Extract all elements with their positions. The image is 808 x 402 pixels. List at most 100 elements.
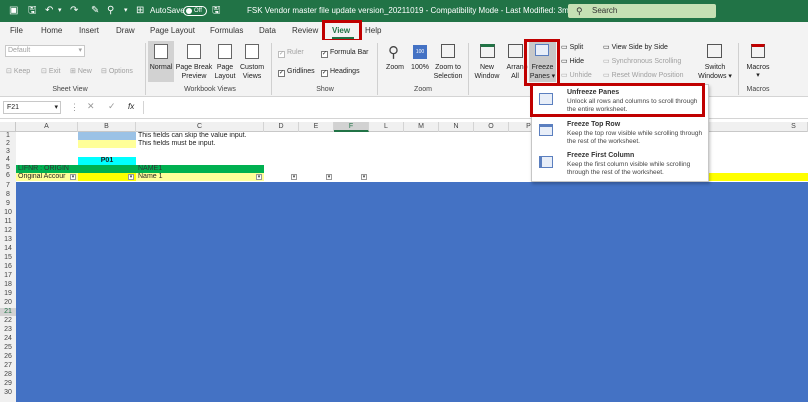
row-header[interactable]: 2: [0, 140, 16, 148]
keep-button[interactable]: ⊡ Keep: [6, 67, 30, 77]
row-header[interactable]: 9: [0, 200, 16, 208]
redo-icon[interactable]: ↷: [70, 0, 78, 22]
filter-dropdown-icon[interactable]: ▾: [256, 174, 262, 180]
row-header[interactable]: 15: [0, 254, 16, 262]
row-header[interactable]: 22: [0, 317, 16, 325]
row-header[interactable]: 25: [0, 344, 16, 352]
tab-help[interactable]: Help: [365, 22, 381, 40]
new-sheet-view-button[interactable]: ⊞ New: [70, 67, 92, 77]
row-header[interactable]: 17: [0, 272, 16, 280]
row-header[interactable]: 3: [0, 148, 16, 156]
tab-insert[interactable]: Insert: [79, 22, 99, 40]
save-dropdown-icon[interactable]: 🖫: [212, 0, 221, 22]
row-header[interactable]: 14: [0, 245, 16, 253]
tab-file[interactable]: File: [10, 22, 23, 40]
cancel-icon[interactable]: ✕: [87, 101, 95, 112]
macros-button[interactable]: Macros ▾: [743, 41, 773, 82]
column-header[interactable]: N: [439, 122, 474, 132]
reset-window-position-button[interactable]: ▭ Reset Window Position: [603, 71, 684, 81]
row-header[interactable]: 30: [0, 389, 16, 397]
column-header[interactable]: O: [474, 122, 509, 132]
row-header[interactable]: 27: [0, 362, 16, 370]
gridlines-checkbox[interactable]: ✓ Gridlines: [278, 67, 315, 77]
cell-c6[interactable]: Name 1: [138, 173, 163, 181]
row-header[interactable]: 4: [0, 156, 16, 164]
row-header[interactable]: 13: [0, 236, 16, 244]
page-layout-button[interactable]: Page Layout: [213, 41, 237, 82]
normal-view-button[interactable]: Normal: [148, 41, 174, 82]
menu-item-freeze-first-column[interactable]: Freeze First Column Keep the first colum…: [534, 151, 706, 181]
filter-dropdown-icon[interactable]: ▾: [70, 174, 76, 180]
column-header[interactable]: L: [369, 122, 404, 132]
page-break-preview-button[interactable]: Page Break Preview: [175, 41, 213, 82]
undo-dropdown-icon[interactable]: ▾: [58, 0, 62, 22]
cell-a6[interactable]: Original Accour: [18, 173, 70, 181]
column-header[interactable]: B: [78, 122, 136, 132]
switch-windows-button[interactable]: Switch Windows ▾: [697, 41, 733, 82]
formula-bar-checkbox[interactable]: ✓ Formula Bar: [321, 48, 369, 58]
filter-dropdown-icon[interactable]: ▾: [326, 174, 332, 180]
new-window-button[interactable]: New Window: [472, 41, 502, 82]
filter-dropdown-icon[interactable]: ▾: [361, 174, 367, 180]
row-header[interactable]: 10: [0, 209, 16, 217]
column-header[interactable]: M: [404, 122, 439, 132]
split-button[interactable]: ▭ Split: [561, 43, 583, 53]
quick-access-dropdown-icon[interactable]: ▾: [124, 0, 128, 22]
column-header[interactable]: A: [16, 122, 78, 132]
filter-dropdown-icon[interactable]: ▾: [291, 174, 297, 180]
row-header[interactable]: 24: [0, 335, 16, 343]
cell-c1[interactable]: This fields can skip the value input.: [138, 132, 247, 140]
zoom-button[interactable]: ⚲ Zoom: [382, 41, 408, 82]
row-header[interactable]: 6: [0, 172, 16, 180]
row-header[interactable]: 28: [0, 371, 16, 379]
tab-data[interactable]: Data: [259, 22, 276, 40]
cell-a5[interactable]: LIFNR : ORIGIN: [18, 165, 69, 173]
row-header[interactable]: 29: [0, 380, 16, 388]
tab-page-layout[interactable]: Page Layout: [150, 22, 195, 40]
tab-formulas[interactable]: Formulas: [210, 22, 243, 40]
save-icon[interactable]: 🖫: [28, 0, 37, 22]
column-header-selected[interactable]: F: [334, 122, 369, 132]
row-header[interactable]: 12: [0, 227, 16, 235]
name-box[interactable]: F21 ▾: [3, 101, 61, 114]
menu-item-freeze-top-row[interactable]: Freeze Top Row Keep the top row visible …: [534, 120, 706, 150]
zoom-100-button[interactable]: 100 100%: [408, 41, 432, 82]
row-header[interactable]: 8: [0, 191, 16, 199]
unhide-button[interactable]: ▭ Unhide: [561, 71, 592, 81]
column-header[interactable]: E: [299, 122, 334, 132]
headings-checkbox[interactable]: ✓ Headings: [321, 67, 360, 77]
insert-function-icon[interactable]: fx: [128, 102, 134, 111]
row-header[interactable]: 23: [0, 326, 16, 334]
enter-icon[interactable]: ✓: [108, 101, 116, 112]
row-header[interactable]: 19: [0, 290, 16, 298]
row-header[interactable]: 7: [0, 182, 16, 190]
row-header[interactable]: 5: [0, 164, 16, 172]
row-header[interactable]: 1: [0, 132, 16, 140]
exit-button[interactable]: ⊡ Exit: [41, 67, 60, 77]
zoom-to-selection-button[interactable]: Zoom to Selection: [432, 41, 464, 82]
custom-views-button[interactable]: Custom Views: [238, 41, 266, 82]
filter-icon[interactable]: ⚲: [107, 0, 114, 22]
autosave-toggle[interactable]: Off: [183, 6, 207, 16]
tab-home[interactable]: Home: [41, 22, 62, 40]
select-all-corner[interactable]: [0, 122, 16, 132]
cell-c5[interactable]: NAME1: [138, 165, 162, 173]
filter-dropdown-icon[interactable]: ▾: [128, 174, 134, 180]
qat-icon[interactable]: ⊞: [136, 0, 144, 22]
synchronous-scrolling-button[interactable]: ▭ Synchronous Scrolling: [603, 57, 681, 67]
row-header[interactable]: 16: [0, 263, 16, 271]
hide-button[interactable]: ▭ Hide: [561, 57, 584, 67]
tab-review[interactable]: Review: [292, 22, 318, 40]
cell-b4[interactable]: P01: [78, 157, 136, 165]
row-header-selected[interactable]: 21: [0, 308, 16, 316]
tab-draw[interactable]: Draw: [116, 22, 135, 40]
ruler-checkbox[interactable]: ✓ Ruler: [278, 48, 304, 58]
options-button[interactable]: ⊟ Options: [101, 67, 133, 77]
sheet-view-dropdown[interactable]: Default ▾: [5, 45, 85, 57]
format-painter-icon[interactable]: ✎: [91, 0, 99, 22]
column-header[interactable]: D: [264, 122, 299, 132]
row-header[interactable]: 11: [0, 218, 16, 226]
row-header[interactable]: 26: [0, 353, 16, 361]
row-header[interactable]: 20: [0, 299, 16, 307]
undo-icon[interactable]: ↶: [45, 0, 53, 22]
